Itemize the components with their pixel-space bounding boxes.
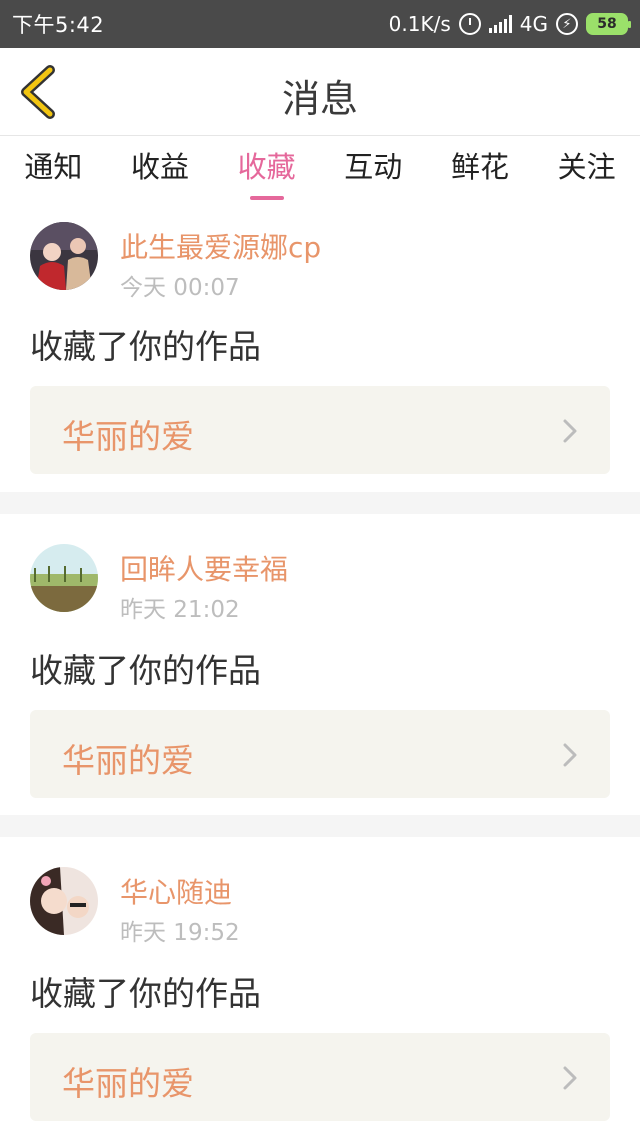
status-time: 下午5:42 bbox=[12, 13, 105, 37]
action-text: 收藏了你的作品 bbox=[30, 974, 261, 1013]
username[interactable]: 回眸人要幸福 bbox=[120, 548, 288, 588]
battery-level: 58 bbox=[597, 16, 617, 32]
tab-interactions[interactable]: 互动 bbox=[336, 138, 410, 200]
tab-bar: 通知 收益 收藏 互动 鲜花 关注 bbox=[0, 137, 640, 201]
signal-icon bbox=[488, 15, 512, 33]
tab-earnings[interactable]: 收益 bbox=[123, 138, 197, 200]
chevron-right-icon bbox=[563, 743, 577, 767]
avatar-image bbox=[30, 867, 98, 935]
message-time: 昨天 19:52 bbox=[120, 920, 240, 946]
chevron-right-icon bbox=[563, 1066, 577, 1090]
status-icons: 0.1K/s 4G ⚡ 58 bbox=[388, 12, 631, 36]
work-title: 华丽的爱 bbox=[62, 741, 194, 780]
work-card[interactable]: 华丽的爱 bbox=[30, 386, 610, 474]
message-item: 此生最爱源娜cp 今天 00:07 收藏了你的作品 华丽的爱 bbox=[0, 200, 640, 492]
title-bar: 消息 bbox=[0, 48, 640, 136]
tab-follows[interactable]: 关注 bbox=[550, 138, 624, 200]
avatar-image bbox=[30, 222, 98, 290]
work-title: 华丽的爱 bbox=[62, 417, 194, 456]
divider bbox=[0, 815, 640, 837]
username[interactable]: 华心随迪 bbox=[120, 871, 232, 911]
avatar[interactable] bbox=[30, 867, 98, 935]
username[interactable]: 此生最爱源娜cp bbox=[120, 226, 321, 266]
work-title: 华丽的爱 bbox=[62, 1064, 194, 1103]
message-item: 回眸人要幸福 昨天 21:02 收藏了你的作品 华丽的爱 bbox=[0, 514, 640, 815]
tab-favorites[interactable]: 收藏 bbox=[230, 138, 304, 200]
page-title: 消息 bbox=[281, 77, 358, 121]
action-text: 收藏了你的作品 bbox=[30, 327, 261, 366]
alarm-icon bbox=[458, 13, 481, 35]
work-card[interactable]: 华丽的爱 bbox=[30, 710, 610, 798]
work-card[interactable]: 华丽的爱 bbox=[30, 1033, 610, 1121]
action-text: 收藏了你的作品 bbox=[30, 651, 261, 690]
battery-icon: 58 bbox=[586, 13, 631, 35]
message-time: 今天 00:07 bbox=[120, 275, 240, 301]
avatar[interactable] bbox=[30, 222, 98, 290]
status-bar: 下午5:42 0.1K/s 4G ⚡ 58 bbox=[0, 0, 640, 48]
message-time: 昨天 21:02 bbox=[120, 597, 240, 623]
network-type: 4G bbox=[519, 12, 548, 36]
avatar-image bbox=[30, 544, 98, 612]
chevron-right-icon bbox=[563, 419, 577, 443]
message-item: 华心随迪 昨天 19:52 收藏了你的作品 华丽的爱 bbox=[0, 837, 640, 1138]
tab-notifications[interactable]: 通知 bbox=[16, 138, 90, 200]
charging-icon: ⚡ bbox=[556, 13, 578, 35]
divider bbox=[0, 492, 640, 514]
network-speed: 0.1K/s bbox=[388, 12, 451, 36]
avatar[interactable] bbox=[30, 544, 98, 612]
tab-flowers[interactable]: 鲜花 bbox=[443, 138, 517, 200]
